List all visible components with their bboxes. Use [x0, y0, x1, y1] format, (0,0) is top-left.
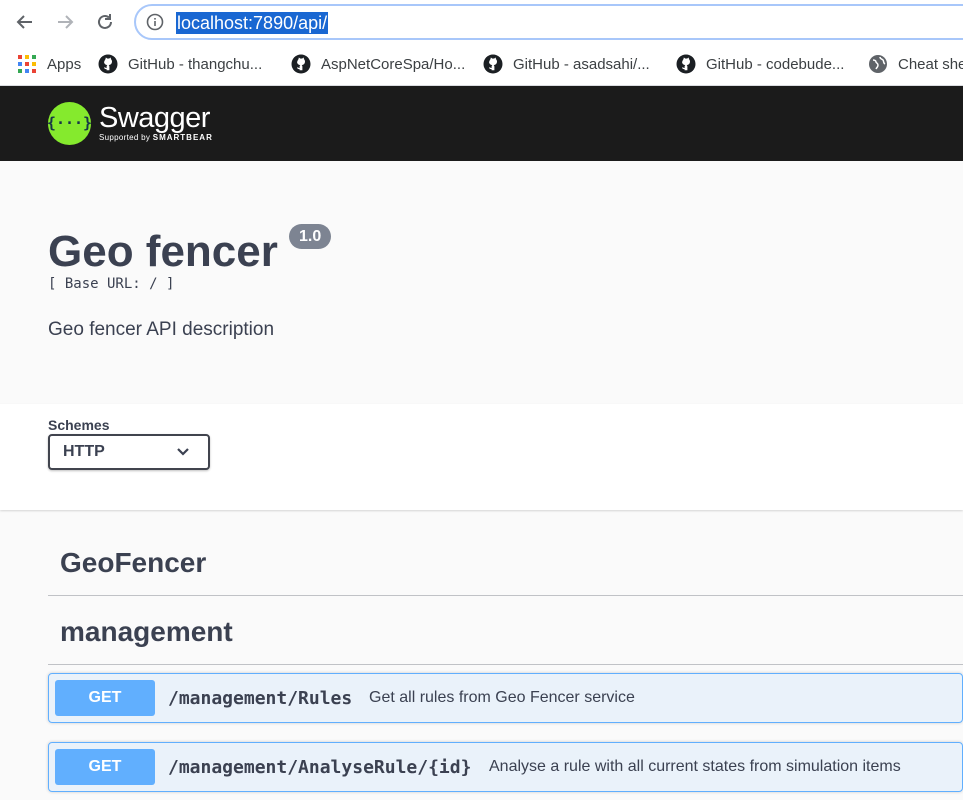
- operation-path: /management/AnalyseRule/{id}: [168, 757, 472, 778]
- swagger-logo-text: Swagger Supported by SMARTBEAR: [99, 103, 213, 143]
- swagger-logo[interactable]: {···} Swagger Supported by SMARTBEAR: [47, 100, 213, 146]
- operation-summary: Get all rules from Geo Fencer service: [369, 689, 635, 706]
- apps-grid-icon: [18, 55, 36, 73]
- info-icon[interactable]: [146, 13, 164, 31]
- supported-by-text: Supported by: [99, 133, 151, 142]
- tag-management[interactable]: management: [48, 603, 963, 665]
- bookmark-label: GitHub - codebude...: [706, 55, 845, 73]
- tag-geofencer[interactable]: GeoFencer: [48, 534, 963, 596]
- smartbear-text: SMARTBEAR: [152, 133, 213, 142]
- bookmark-label: AspNetCoreSpa/Ho...: [321, 55, 466, 73]
- schemes-select[interactable]: HTTP: [48, 434, 210, 470]
- github-icon: [676, 54, 696, 74]
- bookmarks-bar: Apps GitHub - thangchu... AspNetCoreSpa/…: [0, 44, 963, 86]
- api-description: Geo fencer API description: [48, 319, 275, 340]
- page-title: Geo fencer: [48, 227, 278, 276]
- github-icon: [483, 54, 503, 74]
- swagger-logo-icon: {···}: [47, 101, 92, 145]
- bookmark-label: Apps: [47, 55, 82, 73]
- swagger-logo-subtitle: Supported by SMARTBEAR: [99, 133, 213, 143]
- bookmark-github-codebude[interactable]: GitHub - codebude...: [676, 52, 844, 76]
- bookmark-github-asadsahi[interactable]: GitHub - asadsahi/...: [483, 52, 650, 76]
- bookmark-label: GitHub - thangchu...: [128, 55, 263, 73]
- back-button[interactable]: [11, 8, 39, 36]
- forward-arrow-icon: [58, 15, 74, 29]
- schemes-selected-value: HTTP: [63, 443, 105, 460]
- bookmark-label: GitHub - asadsahi/...: [513, 55, 650, 73]
- github-icon: [291, 54, 311, 74]
- globe-icon: [869, 55, 887, 73]
- operation-get-rules[interactable]: GET /management/Rules Get all rules from…: [48, 673, 963, 723]
- bookmark-github-thangchu[interactable]: GitHub - thangchu...: [98, 52, 262, 76]
- bookmark-cheat-sheet[interactable]: Cheat she: [868, 52, 963, 76]
- method-badge: GET: [55, 680, 155, 716]
- base-url: [ Base URL: / ]: [48, 276, 175, 292]
- api-info: Geo fencer 1.0 [ Base URL: / ] Geo fence…: [0, 161, 963, 404]
- reload-button[interactable]: [91, 8, 119, 36]
- reload-icon: [98, 14, 112, 29]
- operation-get-analyse-rule[interactable]: GET /management/AnalyseRule/{id} Analyse…: [48, 742, 963, 792]
- tag-title: management: [60, 616, 233, 647]
- github-icon: [98, 54, 118, 74]
- chevron-down-icon: [177, 448, 189, 456]
- method-badge: GET: [55, 749, 155, 785]
- browser-toolbar: localhost:7890/api/: [0, 0, 963, 44]
- bookmark-aspnetcorespa[interactable]: AspNetCoreSpa/Ho...: [291, 52, 465, 76]
- url-text[interactable]: localhost:7890/api/: [176, 12, 329, 34]
- bookmark-apps[interactable]: Apps: [17, 52, 81, 76]
- back-arrow-icon: [16, 15, 32, 29]
- address-bar[interactable]: localhost:7890/api/: [134, 4, 963, 40]
- forward-button[interactable]: [51, 8, 79, 36]
- swagger-logo-title: Swagger: [99, 102, 210, 134]
- operation-summary: Analyse a rule with all current states f…: [489, 758, 901, 775]
- tag-title: GeoFencer: [60, 547, 207, 578]
- schemes-label: Schemes: [48, 417, 110, 433]
- swagger-topbar: {···} Swagger Supported by SMARTBEAR: [0, 86, 963, 161]
- bookmark-label: Cheat she: [898, 55, 963, 73]
- operation-path: /management/Rules: [168, 688, 353, 709]
- schemes-section: Schemes HTTP: [0, 404, 963, 510]
- version-badge: 1.0: [289, 224, 332, 249]
